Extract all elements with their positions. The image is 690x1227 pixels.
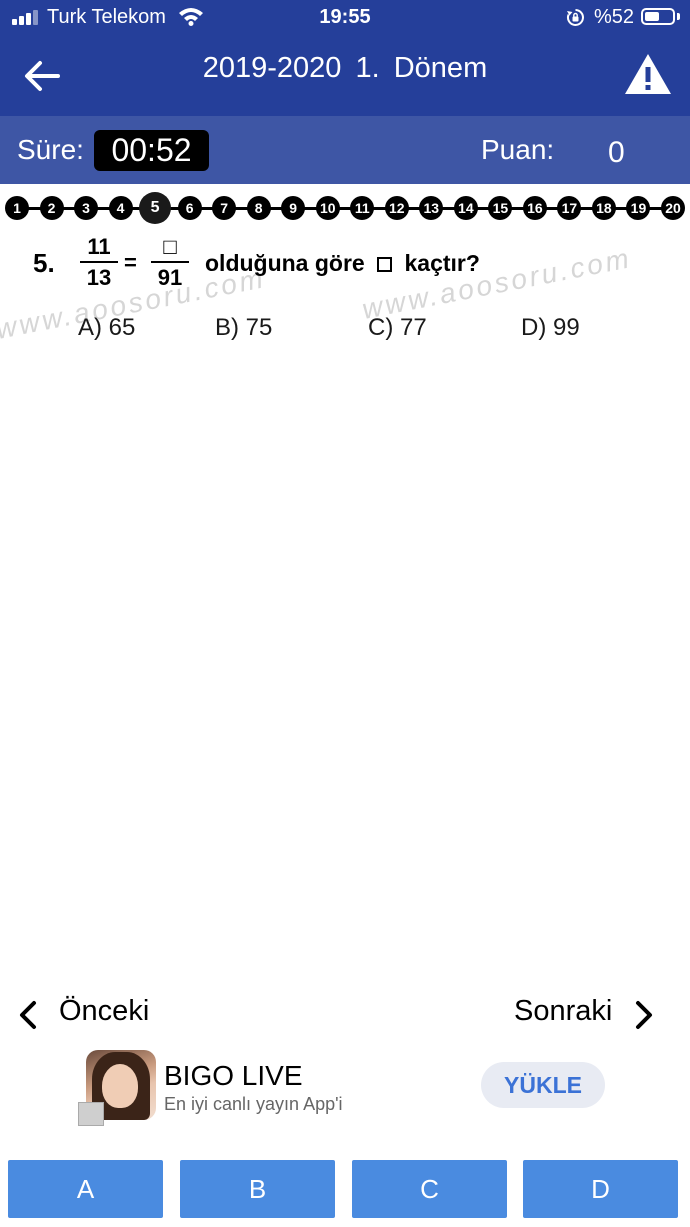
- equals-sign: =: [124, 250, 137, 275]
- question-text-part: kaçtır?: [404, 250, 480, 276]
- ad-subtitle: En iyi canlı yayın App'i: [164, 1094, 343, 1114]
- fraction-numerator: 11: [87, 234, 111, 259]
- answer-b-button[interactable]: B: [180, 1160, 335, 1218]
- battery-cap: [677, 13, 680, 20]
- nav-question-14[interactable]: 14: [453, 196, 478, 220]
- nav-question-16[interactable]: 16: [522, 196, 547, 220]
- option-d: D) 99: [521, 314, 580, 341]
- nav-question-20[interactable]: 20: [661, 196, 685, 220]
- warning-triangle-icon[interactable]: [624, 52, 672, 96]
- nav-question-9[interactable]: 9: [281, 196, 306, 220]
- ad-title: BIGO LIVE: [164, 1060, 303, 1091]
- battery-icon: [641, 8, 675, 25]
- fraction-right: □ 91: [151, 234, 189, 292]
- option-a: A) 65: [78, 314, 136, 341]
- chevron-left-icon: [20, 1001, 36, 1029]
- nav-question-5[interactable]: 5: [139, 192, 172, 224]
- install-button[interactable]: YÜKLE: [481, 1062, 605, 1108]
- nav-question-17[interactable]: 17: [557, 196, 582, 220]
- question-navigator: 1 2 3 4 5 6 7 8 9 10 11 12 13 14 15 16 17 18 19 20: [0, 192, 690, 226]
- nav-question-1[interactable]: 1: [5, 196, 29, 220]
- nav-question-3[interactable]: 3: [74, 196, 99, 220]
- fraction-denominator: 91: [157, 265, 183, 290]
- question-text-part: olduğuna göre: [205, 250, 365, 276]
- empty-box-icon: [377, 257, 393, 273]
- nav-question-10[interactable]: 10: [315, 196, 340, 220]
- question-text: olduğuna göre kaçtır?: [205, 250, 480, 277]
- option-b: B) 75: [215, 314, 273, 341]
- timer-display: 00:52: [94, 130, 209, 171]
- ad-choices-icon[interactable]: [78, 1102, 104, 1126]
- answer-a-button[interactable]: A: [8, 1160, 163, 1218]
- nav-question-19[interactable]: 19: [626, 196, 651, 220]
- status-bar: Turk Telekom 19:55 %52: [0, 0, 690, 34]
- nav-question-13[interactable]: 13: [419, 196, 444, 220]
- nav-question-2[interactable]: 2: [39, 196, 64, 220]
- answer-buttons: A B C D: [0, 1160, 690, 1220]
- next-button[interactable]: Sonraki: [514, 992, 664, 1036]
- nav-question-15[interactable]: 15: [488, 196, 513, 220]
- rotation-lock-icon: [567, 9, 584, 26]
- nav-question-6[interactable]: 6: [177, 196, 202, 220]
- question-image: www.aoosoru.com www.aoosoru.com 5. 11 13…: [0, 228, 690, 358]
- nav-question-12[interactable]: 12: [384, 196, 409, 220]
- nav-question-7[interactable]: 7: [212, 196, 237, 220]
- nav-question-8[interactable]: 8: [246, 196, 271, 220]
- chevron-right-icon: [636, 1001, 652, 1029]
- previous-label: Önceki: [59, 995, 150, 1027]
- time-label: Süre:: [17, 134, 84, 165]
- next-label: Sonraki: [514, 995, 613, 1027]
- option-c: C) 77: [368, 314, 427, 341]
- nav-question-4[interactable]: 4: [108, 196, 133, 220]
- fraction-numerator-box: □: [163, 234, 177, 259]
- app-header: 2019-2020 1. Dönem: [0, 34, 690, 116]
- ad-banner[interactable]: BIGO LIVE En iyi canlı yayın App'i YÜKLE: [78, 1046, 618, 1130]
- score-bar: Süre: 00:52 Puan: 0: [0, 116, 690, 184]
- question-number: 5.: [33, 248, 55, 278]
- page-title: 2019-2020 1. Dönem: [202, 52, 488, 84]
- nav-question-18[interactable]: 18: [591, 196, 616, 220]
- answer-d-button[interactable]: D: [523, 1160, 678, 1218]
- score-value: 0: [608, 136, 625, 169]
- nav-question-11[interactable]: 11: [350, 196, 375, 220]
- clock: 19:55: [319, 6, 371, 28]
- score-label: Puan:: [481, 134, 555, 165]
- fraction-denominator: 13: [86, 265, 112, 290]
- fraction-left: 11 13: [80, 234, 118, 292]
- answer-c-button[interactable]: C: [352, 1160, 507, 1218]
- battery-percent: %52: [594, 6, 635, 28]
